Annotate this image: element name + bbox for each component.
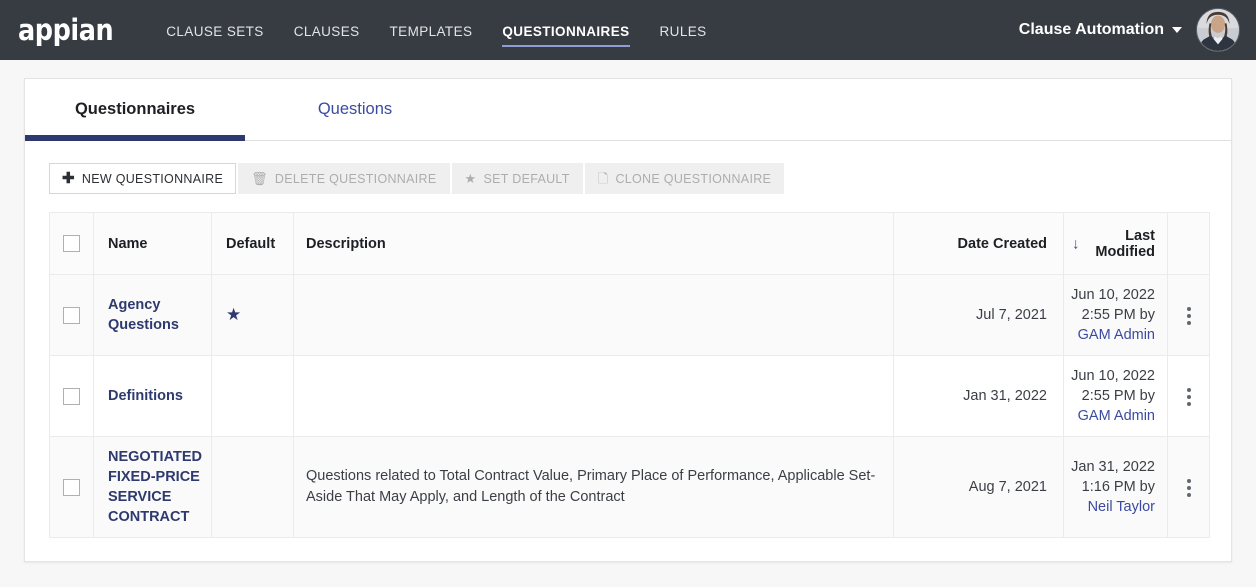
user-avatar-photo bbox=[1197, 9, 1239, 51]
row-modified-block: Jan 31, 2022 1:16 PM by Neil Taylor bbox=[1065, 457, 1155, 517]
kebab-menu-icon[interactable] bbox=[1181, 473, 1197, 503]
table-header-row: Name Default Description Date Created ↓ … bbox=[49, 212, 1210, 275]
column-row-actions bbox=[1167, 212, 1210, 275]
select-all-checkbox[interactable] bbox=[63, 235, 80, 252]
questionnaire-name-link[interactable]: Definitions bbox=[108, 388, 183, 404]
questionnaire-name-link[interactable]: Agency Questions bbox=[108, 297, 179, 333]
tab-questions[interactable]: Questions bbox=[245, 79, 465, 140]
row-modified-user-link[interactable]: Neil Taylor bbox=[1065, 497, 1155, 517]
kebab-menu-icon[interactable] bbox=[1181, 382, 1197, 412]
row-last-modified: Jun 10, 2022 2:55 PM by GAM Admin bbox=[1063, 274, 1168, 356]
main-nav: CLAUSE SETS CLAUSES TEMPLATES QUESTIONNA… bbox=[166, 0, 706, 60]
row-checkbox[interactable] bbox=[63, 478, 80, 496]
column-select-all bbox=[49, 212, 94, 275]
row-modified-date: Jun 10, 2022 bbox=[1071, 368, 1155, 384]
column-name[interactable]: Name bbox=[93, 212, 212, 275]
row-actions-cell bbox=[1167, 274, 1210, 356]
row-last-modified: Jan 31, 2022 1:16 PM by Neil Taylor bbox=[1063, 436, 1168, 538]
nav-item-rules[interactable]: RULES bbox=[660, 4, 707, 57]
row-description-cell: Questions related to Total Contract Valu… bbox=[293, 436, 894, 538]
set-default-button[interactable]: ★ SET DEFAULT bbox=[451, 163, 583, 194]
row-description: Questions related to Total Contract Valu… bbox=[306, 468, 876, 505]
table-row[interactable]: NEGOTIATED FIXED-PRICE SERVICE CONTRACT … bbox=[49, 436, 1210, 538]
copy-icon: 🗋 bbox=[597, 171, 609, 186]
table-body: Agency Questions ★ Jul 7, 2021 Jun 10, 2… bbox=[49, 274, 1210, 538]
table-row[interactable]: Definitions Jan 31, 2022 Jun 10, 2022 2:… bbox=[49, 355, 1210, 437]
user-menu-label: Clause Automation bbox=[1018, 21, 1164, 38]
row-modified-time: 2:55 PM by bbox=[1081, 388, 1155, 404]
action-toolbar: ✚ NEW QUESTIONNAIRE 🗑 DELETE QUESTIONNAI… bbox=[49, 163, 1231, 194]
nav-item-questionnaires[interactable]: QUESTIONNAIRES bbox=[502, 4, 630, 57]
new-questionnaire-button[interactable]: ✚ NEW QUESTIONNAIRE bbox=[49, 163, 237, 194]
content-card: Questionnaires Questions ✚ NEW QUESTIONN… bbox=[24, 78, 1232, 562]
questionnaires-table-wrapper: Name Default Description Date Created ↓ … bbox=[49, 212, 1210, 538]
clone-questionnaire-button[interactable]: 🗋 CLONE QUESTIONNAIRE bbox=[584, 163, 785, 194]
top-bar-right: Clause Automation bbox=[1019, 8, 1240, 52]
row-checkbox[interactable] bbox=[63, 387, 80, 405]
row-actions-cell bbox=[1167, 436, 1210, 538]
plus-icon: ✚ bbox=[62, 170, 75, 187]
questionnaires-table: Name Default Description Date Created ↓ … bbox=[49, 212, 1210, 538]
column-description[interactable]: Description bbox=[293, 212, 894, 275]
row-name-cell: Agency Questions bbox=[93, 274, 212, 356]
questionnaire-name-link[interactable]: NEGOTIATED FIXED-PRICE SERVICE CONTRACT bbox=[108, 449, 202, 525]
row-last-modified: Jun 10, 2022 2:55 PM by GAM Admin bbox=[1063, 355, 1168, 437]
tab-questionnaires[interactable]: Questionnaires bbox=[25, 79, 245, 141]
row-modified-user-link[interactable]: GAM Admin bbox=[1065, 325, 1155, 345]
delete-questionnaire-button[interactable]: 🗑 DELETE QUESTIONNAIRE bbox=[238, 163, 450, 194]
nav-item-templates[interactable]: TEMPLATES bbox=[390, 4, 473, 57]
kebab-menu-icon[interactable] bbox=[1181, 301, 1197, 331]
row-name-cell: NEGOTIATED FIXED-PRICE SERVICE CONTRACT bbox=[93, 436, 212, 538]
column-last-modified-label: Last Modified bbox=[1095, 227, 1155, 260]
row-modified-time: 1:16 PM by bbox=[1081, 479, 1155, 495]
chevron-down-icon bbox=[1172, 27, 1182, 33]
column-last-modified[interactable]: ↓ Last Modified bbox=[1063, 212, 1168, 275]
user-menu[interactable]: Clause Automation bbox=[1019, 21, 1182, 39]
trash-icon: 🗑 bbox=[251, 171, 268, 186]
row-date-created: Jan 31, 2022 bbox=[893, 355, 1064, 437]
arrow-down-icon: ↓ bbox=[1072, 235, 1080, 252]
appian-logo[interactable]: appian bbox=[18, 15, 114, 45]
top-navigation-bar: appian CLAUSE SETS CLAUSES TEMPLATES QUE… bbox=[0, 0, 1256, 60]
row-modified-user-link[interactable]: GAM Admin bbox=[1065, 406, 1155, 426]
row-actions-cell bbox=[1167, 355, 1210, 437]
row-checkbox[interactable] bbox=[63, 306, 80, 324]
set-default-label: SET DEFAULT bbox=[483, 171, 570, 186]
star-filled-icon: ★ bbox=[226, 305, 242, 324]
table-head: Name Default Description Date Created ↓ … bbox=[49, 212, 1210, 275]
row-default-cell bbox=[211, 355, 294, 437]
clone-questionnaire-label: CLONE QUESTIONNAIRE bbox=[615, 171, 772, 186]
delete-questionnaire-label: DELETE QUESTIONNAIRE bbox=[274, 171, 437, 186]
tab-bar: Questionnaires Questions bbox=[25, 79, 1231, 141]
row-select-cell bbox=[49, 436, 94, 538]
row-modified-date: Jun 10, 2022 bbox=[1071, 287, 1155, 303]
row-select-cell bbox=[49, 355, 94, 437]
row-date-created: Jul 7, 2021 bbox=[893, 274, 1064, 356]
column-default[interactable]: Default bbox=[211, 212, 294, 275]
avatar[interactable] bbox=[1196, 8, 1240, 52]
table-row[interactable]: Agency Questions ★ Jul 7, 2021 Jun 10, 2… bbox=[49, 274, 1210, 356]
row-name-cell: Definitions bbox=[93, 355, 212, 437]
column-date-created[interactable]: Date Created bbox=[893, 212, 1064, 275]
new-questionnaire-label: NEW QUESTIONNAIRE bbox=[81, 171, 224, 186]
nav-item-clause-sets[interactable]: CLAUSE SETS bbox=[166, 4, 263, 57]
row-modified-time: 2:55 PM by bbox=[1081, 307, 1155, 323]
row-select-cell bbox=[49, 274, 94, 356]
row-date-created: Aug 7, 2021 bbox=[893, 436, 1064, 538]
row-modified-block: Jun 10, 2022 2:55 PM by GAM Admin bbox=[1065, 285, 1155, 345]
row-modified-block: Jun 10, 2022 2:55 PM by GAM Admin bbox=[1065, 366, 1155, 426]
star-icon: ★ bbox=[464, 171, 477, 186]
row-description-cell bbox=[293, 274, 894, 356]
row-modified-date: Jan 31, 2022 bbox=[1071, 459, 1155, 475]
row-description-cell bbox=[293, 355, 894, 437]
nav-item-clauses[interactable]: CLAUSES bbox=[294, 4, 360, 57]
row-default-cell: ★ bbox=[211, 274, 294, 356]
row-default-cell bbox=[211, 436, 294, 538]
